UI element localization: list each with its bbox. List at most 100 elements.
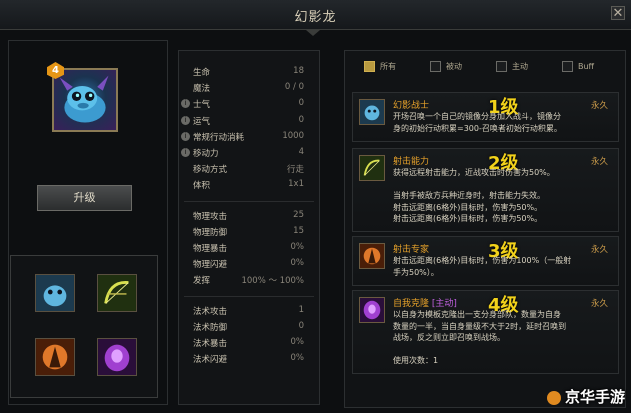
window-titlebar: 幻影龙: [0, 0, 631, 36]
filter-all-label: 所有: [380, 62, 396, 71]
skill-card: 射击专家 3级 永久 射击远距离(6格外)目标时，伤害为100%（一般射 手为5…: [352, 236, 619, 286]
stat-row: 物理防御 15: [178, 224, 320, 240]
bow-icon: [359, 155, 385, 181]
skill-duration: 永久: [590, 299, 608, 309]
stat-label: 运气: [193, 116, 211, 127]
filter-active[interactable]: 主动: [496, 61, 528, 75]
skill-name: 射击能力: [393, 157, 430, 167]
stat-value: 0%: [290, 242, 305, 252]
info-icon[interactable]: i: [181, 148, 190, 157]
filter-buff-checkbox[interactable]: [562, 61, 573, 72]
skill-name: 自我克隆 [主动]: [393, 299, 457, 309]
stat-row: 物理闪避 0%: [178, 256, 320, 272]
skill-card: 幻影战士 1级 永久 开场召唤一个自己的镜像分身加入战斗，镜像分 身的初始行动积…: [352, 92, 619, 142]
stat-row: 法术闪避 0%: [178, 351, 320, 367]
info-icon[interactable]: i: [181, 131, 190, 141]
upgrade-button[interactable]: 升级: [37, 185, 132, 211]
skill-card: 自我克隆 [主动] 4级 永久 以自身为模板克隆出一支分身部队，数量为自身 数量…: [352, 290, 619, 374]
stat-label: 常规行动消耗: [193, 132, 245, 143]
skill-card: 射击能力 2级 永久 获得远程射击能力，近战攻击时伤害为50%。 当射手被敌方兵…: [352, 148, 619, 232]
stat-label: 物理防御: [193, 227, 228, 238]
stat-label: 物理暴击: [193, 244, 228, 254]
window-title: 幻影龙: [294, 10, 337, 25]
stat-divider: [184, 295, 314, 297]
stat-label: 士气: [193, 100, 211, 111]
skill-filter-bar: 所有 被动 主动 Buff: [352, 57, 617, 79]
skill-description: 开场召唤一个自己的镜像分身加入战斗，镜像分 身的初始行动积累=300-召唤者初始…: [393, 112, 562, 133]
skill-name: 射击专家: [393, 245, 430, 255]
stat-row: 物理暴击 0%: [178, 240, 320, 256]
skill-duration: 永久: [590, 101, 608, 111]
skill-slot-archer-expert[interactable]: [35, 338, 75, 376]
active-tag: [主动]: [431, 299, 457, 309]
stat-label: 物理攻击: [193, 211, 228, 222]
stat-row: i 运气 0: [178, 113, 320, 129]
stat-row: 魔法 0 / 0: [178, 80, 320, 96]
info-icon[interactable]: i: [181, 115, 190, 125]
stat-value: 18: [293, 66, 304, 76]
stat-row: 物理攻击 25: [178, 208, 320, 224]
info-icon[interactable]: i: [181, 99, 190, 109]
filter-passive-label: 被动: [446, 62, 462, 71]
stat-row: i 士气 0: [178, 96, 320, 112]
filter-passive-checkbox[interactable]: [430, 61, 441, 72]
skill-slot-self-clone[interactable]: [97, 338, 137, 376]
phantom-warrior-icon: [359, 99, 385, 125]
phantom-warrior-icon: [36, 275, 74, 311]
stat-label: 魔法: [193, 84, 211, 95]
watermark-logo-icon: [546, 390, 561, 405]
stat-label: 物理闪避: [193, 260, 228, 271]
stat-row: i 常规行动消耗 1000: [178, 129, 320, 145]
stat-label: 发挥: [193, 276, 211, 287]
stat-divider: [184, 200, 314, 202]
filter-passive[interactable]: 被动: [430, 61, 462, 75]
stat-row: i 移动力 4: [178, 145, 320, 161]
skill-duration: 永久: [590, 245, 608, 255]
unit-portrait: [52, 68, 118, 132]
stat-value: 1: [298, 304, 304, 315]
stat-value: 100% ～ 100%: [241, 276, 304, 287]
stat-row: 生命 18: [178, 64, 320, 80]
stat-value: 25: [293, 209, 304, 220]
stat-value: 0%: [290, 353, 305, 364]
stat-label: 法术暴击: [193, 339, 228, 349]
site-watermark: 京华手游: [546, 386, 625, 407]
skill-slot-phantom-warrior[interactable]: [35, 274, 75, 312]
skill-icon-grid: [10, 255, 158, 398]
stat-value: 行走: [286, 165, 304, 176]
filter-buff[interactable]: Buff: [562, 61, 594, 75]
archer-expert-icon: [36, 339, 74, 375]
stat-row: 移动方式 行走: [178, 161, 320, 177]
skill-description: 以自身为模板克隆出一支分身部队，数量为自身 数量的一半，当自身量级不大于2时，延…: [393, 310, 567, 365]
stat-row: 发挥 100% ～ 100%: [178, 272, 320, 288]
stat-value: 1x1: [288, 179, 304, 190]
stat-value: 0%: [290, 258, 305, 269]
filter-all[interactable]: 所有: [364, 61, 396, 75]
stat-label: 法术防御: [193, 322, 228, 333]
stat-label: 移动方式: [193, 165, 228, 176]
stat-value: 0: [298, 320, 304, 331]
filter-all-checkbox[interactable]: [364, 61, 375, 72]
phantom-dragon-icon: [59, 75, 109, 123]
stat-label: 体积: [193, 181, 211, 192]
skill-description: 射击远距离(6格外)目标时，伤害为100%（一般射 手为50%）。: [393, 256, 572, 277]
skill-name: 幻影战士: [393, 101, 430, 111]
filter-active-checkbox[interactable]: [496, 61, 507, 72]
stat-label: 法术攻击: [193, 306, 228, 317]
stat-row: 法术暴击 0%: [178, 335, 320, 351]
skill-description: 获得远程射击能力，近战攻击时伤害为50%。 当射手被敌方兵种近身时，射击能力失效…: [393, 168, 555, 223]
stat-row: 体积 1x1: [178, 177, 320, 193]
self-clone-icon: [98, 339, 136, 375]
stat-label: 法术闪避: [193, 355, 228, 366]
stat-label: 移动力: [193, 149, 219, 159]
self-clone-icon: [359, 297, 385, 323]
skill-slot-shooting[interactable]: [97, 274, 137, 312]
stat-value: 0: [298, 98, 304, 109]
stat-value: 0 / 0: [284, 82, 304, 93]
stat-value: 1000: [282, 130, 304, 141]
close-button[interactable]: ✕: [611, 6, 625, 21]
filter-active-label: 主动: [512, 62, 528, 71]
stat-value: 0: [298, 114, 304, 125]
skill-duration: 永久: [590, 157, 608, 167]
stat-value: 15: [293, 225, 304, 236]
